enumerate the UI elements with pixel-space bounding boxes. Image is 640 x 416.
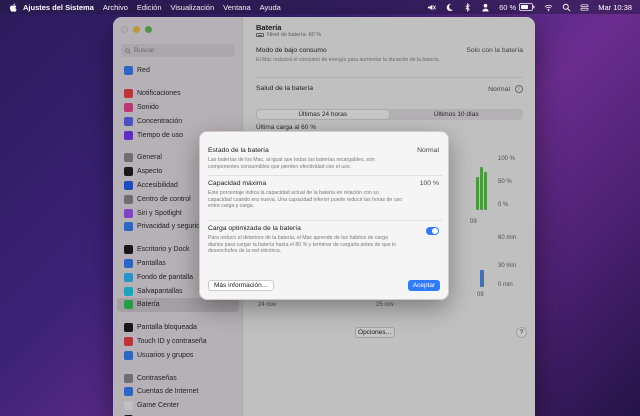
menu-bar: Ajustes del Sistema Archivo Edición Visu… xyxy=(0,0,640,14)
menu-clock[interactable]: Mar 10:38 xyxy=(598,3,632,12)
apple-menu-icon[interactable] xyxy=(9,3,17,12)
menu-archivo[interactable]: Archivo xyxy=(103,3,128,12)
menu-app-name[interactable]: Ajustes del Sistema xyxy=(23,3,94,12)
spotlight-search-icon[interactable] xyxy=(562,3,571,12)
battery-state-desc: Las baterías de los Mac, al igual que to… xyxy=(208,157,375,170)
battery-percent: 60 % xyxy=(499,2,517,12)
optimized-charging-section: Carga optimizada de la batería Para redu… xyxy=(208,225,442,255)
menu-visualizacion[interactable]: Visualización xyxy=(171,3,215,12)
battery-state-section: Estado de la batería Normal Las baterías… xyxy=(208,147,442,170)
menu-ayuda[interactable]: Ayuda xyxy=(260,3,281,12)
bluetooth-icon[interactable] xyxy=(463,2,472,12)
battery-state-value: Normal xyxy=(417,147,439,154)
control-center-icon[interactable] xyxy=(580,3,589,12)
wifi-icon[interactable] xyxy=(544,3,553,12)
capacity-section: Capacidad máxima 100 % Este porcentaje i… xyxy=(208,180,442,210)
capacity-value: 100 % xyxy=(419,180,439,187)
menu-edicion[interactable]: Edición xyxy=(137,3,162,12)
more-info-button[interactable]: Más información… xyxy=(208,280,275,291)
moon-icon[interactable] xyxy=(445,3,454,12)
optimized-charging-desc: Para reducir el deterioro de la batería,… xyxy=(208,235,397,255)
optimized-charging-toggle[interactable] xyxy=(426,227,439,235)
divider xyxy=(208,220,442,221)
person-icon[interactable] xyxy=(481,3,490,12)
battery-state-title: Estado de la batería xyxy=(208,147,269,154)
battery-health-sheet: Estado de la batería Normal Las baterías… xyxy=(199,131,449,300)
optimized-charging-title: Carga optimizada de la batería xyxy=(208,225,301,232)
divider xyxy=(208,175,442,176)
capacity-title: Capacidad máxima xyxy=(208,180,267,187)
battery-status[interactable]: 60 % xyxy=(499,3,535,12)
ok-button[interactable]: Aceptar xyxy=(408,280,440,291)
mute-icon[interactable] xyxy=(427,3,437,12)
menu-ventana[interactable]: Ventana xyxy=(223,3,251,12)
capacity-desc: Este porcentaje indica la capacidad actu… xyxy=(208,190,403,210)
battery-icon xyxy=(519,3,535,11)
